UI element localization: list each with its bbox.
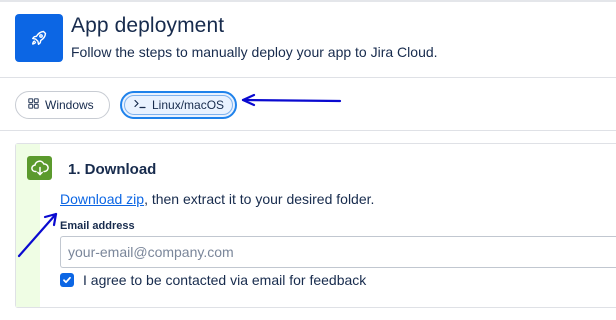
download-zip-link[interactable]: Download zip — [60, 191, 144, 207]
checkmark-icon — [63, 276, 71, 284]
page-subtitle: Follow the steps to manually deploy your… — [71, 44, 438, 60]
terminal-icon — [134, 98, 146, 112]
arrow-to-linux-tab — [241, 93, 342, 107]
windows-icon — [28, 98, 39, 112]
download-instructions: Download zip, then extract it to your de… — [60, 191, 374, 207]
consent-checkbox[interactable] — [60, 273, 74, 287]
instructions-text: , then extract it to your desired folder… — [144, 191, 375, 207]
page-title: App deployment — [71, 14, 225, 37]
tab-windows-label: Windows — [45, 98, 94, 112]
top-divider — [0, 0, 616, 2]
cloud-download-icon — [27, 156, 52, 180]
email-field[interactable] — [60, 236, 616, 268]
section-divider — [0, 130, 616, 131]
tab-windows[interactable]: Windows — [15, 91, 110, 119]
consent-label: I agree to be contacted via email for fe… — [83, 272, 367, 288]
email-label: Email address — [60, 220, 135, 232]
rocket-icon — [15, 14, 63, 62]
tab-linux-macos[interactable]: Linux/macOS — [120, 91, 237, 119]
tab-linux-macos-label: Linux/macOS — [152, 98, 225, 112]
step-title: 1. Download — [68, 161, 157, 178]
header-divider — [0, 77, 616, 78]
